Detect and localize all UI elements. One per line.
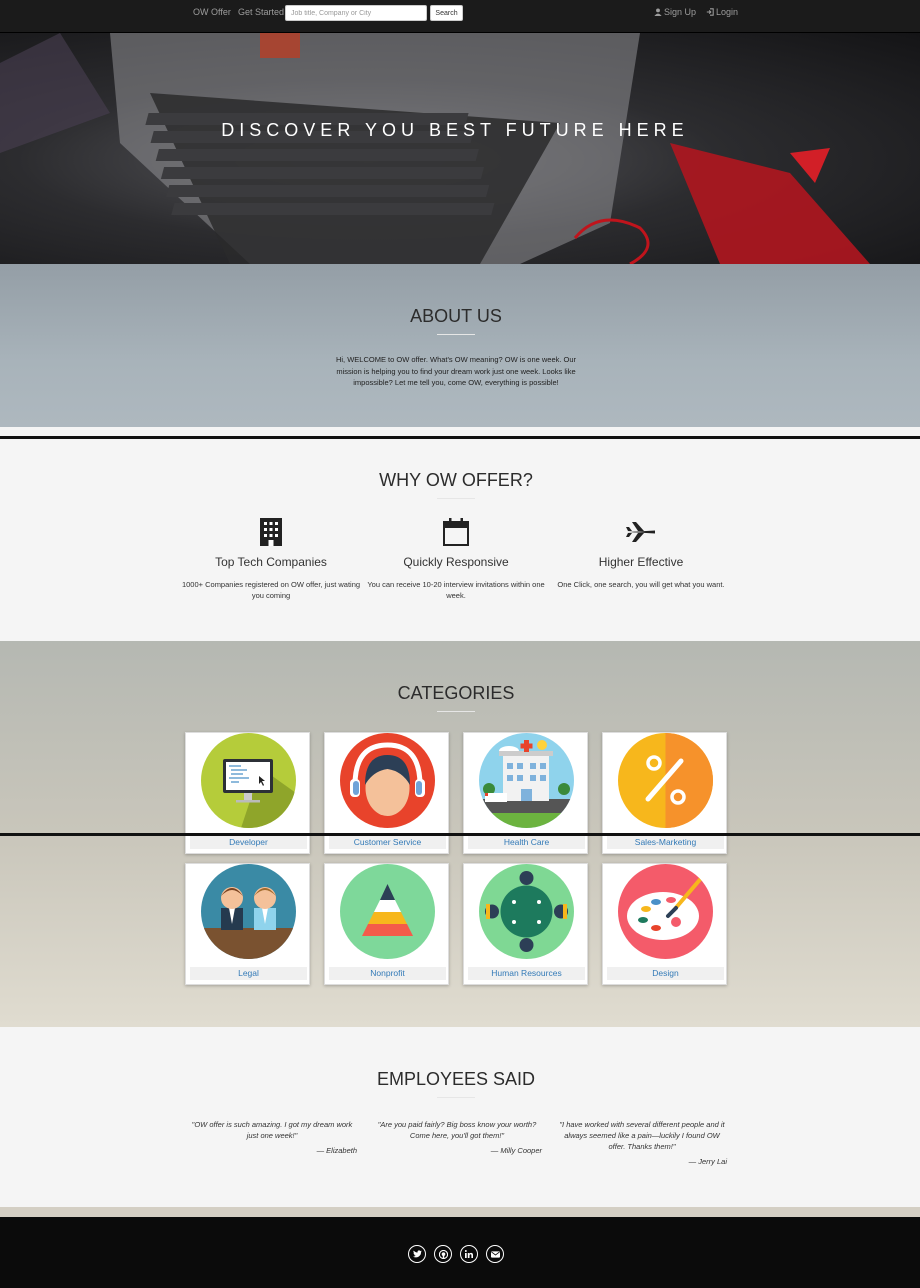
feature-title: Quickly Responsive — [403, 555, 509, 569]
feature-top-tech: Top Tech Companies 1000+ Companies regis… — [178, 517, 364, 601]
developer-icon — [201, 733, 296, 828]
testimonial: "Are you paid fairly? Big boss know your… — [372, 1119, 542, 1156]
category-label: Legal — [190, 967, 307, 980]
get-started-link[interactable]: Get Started — [238, 7, 284, 17]
about-title: ABOUT US — [410, 306, 502, 326]
section-gap — [0, 1207, 920, 1217]
quote-author: — Milly Cooper — [490, 1146, 542, 1155]
category-card-design[interactable]: Design — [602, 863, 727, 985]
search-button[interactable]: Search — [430, 5, 463, 21]
pyramid-icon — [340, 864, 435, 959]
brand-link[interactable]: OW Offer — [193, 7, 231, 17]
legal-icon — [201, 864, 296, 959]
testimonial: "I have worked with several different pe… — [557, 1119, 727, 1167]
title-divider — [437, 498, 475, 499]
search-input[interactable] — [285, 5, 427, 21]
feature-text: One Click, one search, you will get what… — [557, 580, 725, 589]
quote-author: — Elizabeth — [316, 1146, 357, 1155]
quote-text: "Are you paid fairly? Big boss know your… — [377, 1120, 537, 1140]
user-icon — [654, 8, 662, 16]
login-label: Login — [716, 7, 739, 17]
category-label: Health Care — [468, 836, 585, 849]
feature-title: Higher Effective — [598, 555, 684, 569]
title-divider — [437, 334, 475, 335]
why-section: WHY OW OFFER? Top Tech Companies 1000+ C… — [0, 439, 920, 641]
feature-text: You can receive 10-20 interview invitati… — [367, 580, 545, 600]
signup-link[interactable]: Sign Up — [654, 7, 696, 17]
login-icon — [706, 8, 714, 16]
title-divider — [437, 1097, 475, 1098]
about-text: Hi, WELCOME to OW offer. What's OW meani… — [335, 355, 577, 387]
category-card-human-resources[interactable]: Human Resources — [463, 863, 588, 985]
hero-banner: DISCOVER YOU BEST FUTURE HERE — [0, 33, 920, 264]
category-card-nonprofit[interactable]: Nonprofit — [324, 863, 449, 985]
quote-text: "OW offer is such amazing. I got my drea… — [191, 1120, 353, 1140]
title-divider — [437, 711, 475, 712]
category-label: Sales-Marketing — [607, 836, 724, 849]
signup-label: Sign Up — [664, 7, 697, 17]
twitter-icon[interactable] — [408, 1245, 426, 1263]
feature-effective: Higher Effective One Click, one search, … — [548, 517, 734, 590]
email-icon[interactable] — [486, 1245, 504, 1263]
navbar: OW Offer Get Started Search Sign Up Logi… — [0, 0, 920, 33]
hero-title: DISCOVER YOU BEST FUTURE HERE — [221, 120, 689, 140]
why-title: WHY OW OFFER? — [379, 470, 533, 490]
hospital-icon — [479, 733, 574, 828]
laptop-background-image — [0, 33, 870, 264]
calendar-icon — [363, 517, 549, 547]
customer-service-icon — [340, 733, 435, 828]
divider-line — [0, 833, 920, 836]
about-section: ABOUT US Hi, WELCOME to OW offer. What's… — [0, 264, 920, 427]
github-icon[interactable] — [434, 1245, 452, 1263]
category-card-legal[interactable]: Legal — [185, 863, 310, 985]
linkedin-icon[interactable] — [460, 1245, 478, 1263]
login-link[interactable]: Login — [706, 7, 738, 17]
feature-quick: Quickly Responsive You can receive 10-20… — [363, 517, 549, 601]
quote-text: "I have worked with several different pe… — [559, 1120, 725, 1151]
employees-section: EMPLOYEES SAID "OW offer is such amazing… — [0, 1027, 920, 1207]
testimonial: "OW offer is such amazing. I got my drea… — [187, 1119, 357, 1156]
meeting-table-icon — [479, 864, 574, 959]
category-label: Customer Service — [329, 836, 446, 849]
categories-title: CATEGORIES — [397, 683, 515, 703]
category-label: Human Resources — [468, 967, 585, 980]
plane-icon — [548, 517, 734, 547]
feature-text: 1000+ Companies registered on OW offer, … — [181, 580, 361, 600]
category-label: Nonprofit — [329, 967, 446, 980]
category-label: Developer — [190, 836, 307, 849]
footer — [0, 1217, 920, 1288]
palette-icon — [618, 864, 713, 959]
quote-author: — Jerry Lai — [688, 1157, 727, 1166]
building-icon — [178, 517, 364, 547]
employees-title: EMPLOYEES SAID — [376, 1069, 536, 1089]
feature-title: Top Tech Companies — [215, 555, 327, 569]
percent-icon — [618, 733, 713, 828]
category-label: Design — [607, 967, 724, 980]
